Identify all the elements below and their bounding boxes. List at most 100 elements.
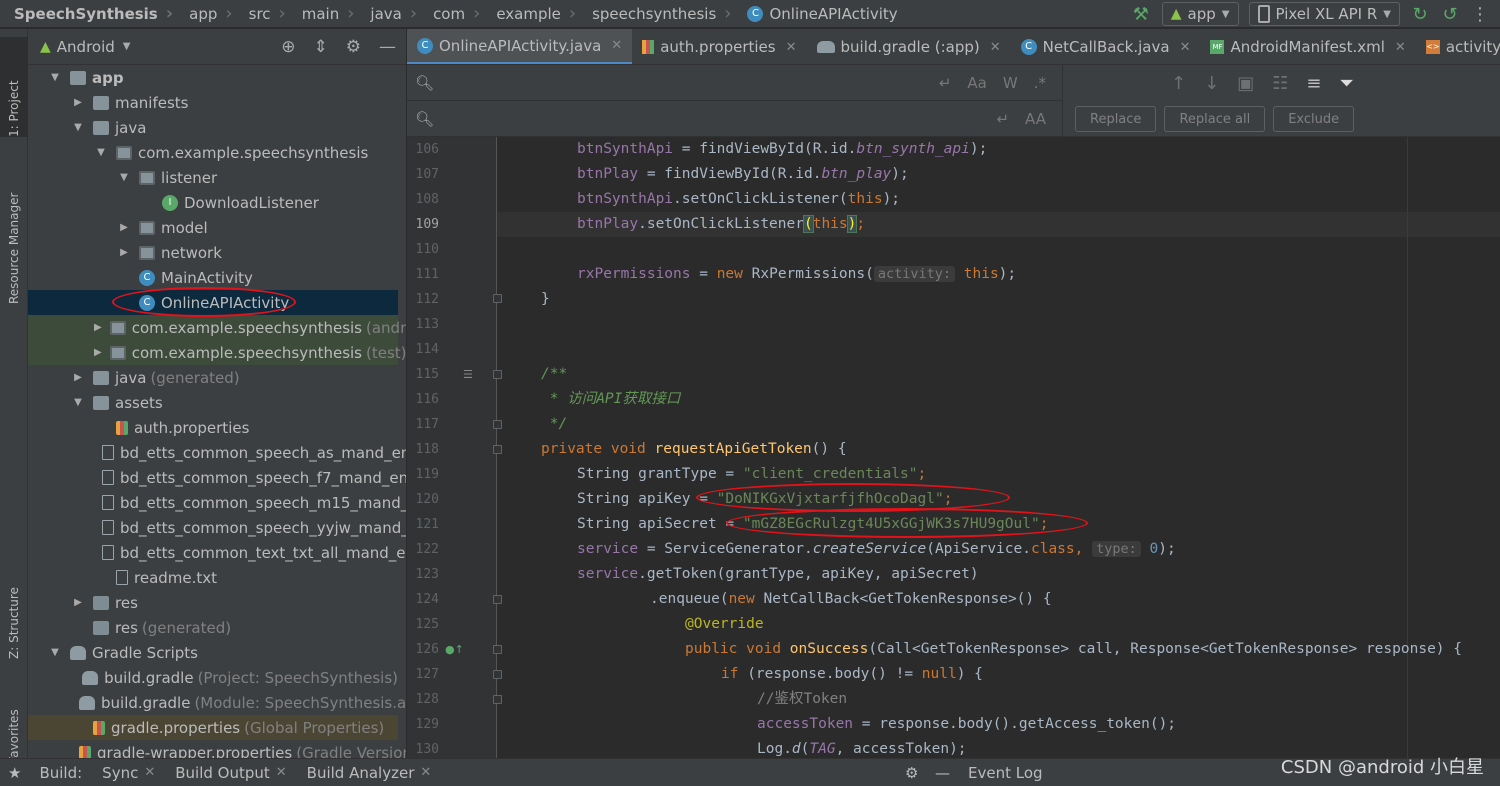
tree-item[interactable]: ▶ com.example.speechsynthesis (test) (28, 340, 406, 365)
chevron-right-icon[interactable]: ▶ (94, 347, 102, 358)
tree-item[interactable]: readme.txt (28, 565, 398, 590)
breadcrumb-item[interactable]: com › (421, 0, 484, 28)
tab-sync[interactable]: Sync ✕ (92, 759, 165, 786)
tab-build-analyzer[interactable]: Build Analyzer ✕ (297, 759, 442, 786)
words-toggle[interactable]: W (1003, 74, 1018, 92)
tree-item[interactable]: gradle-wrapper.properties (Gradle Version… (28, 740, 406, 758)
tree-item[interactable]: gradle.properties (Global Properties) (28, 715, 398, 740)
close-icon[interactable]: ✕ (420, 765, 431, 780)
tree-item[interactable]: build.gradle(Module: SpeechSynthesis.app… (28, 690, 406, 715)
chevron-down-icon[interactable]: ▼ (48, 647, 62, 658)
filter-search-icon[interactable]: ☷ (1272, 73, 1288, 94)
tab-build-output[interactable]: Build Output ✕ (165, 759, 296, 786)
breadcrumb-item[interactable]: C OnlineAPIActivity (735, 0, 901, 28)
exclude-button[interactable]: Exclude (1273, 106, 1355, 132)
more-icon[interactable]: ⋮ (1470, 4, 1490, 25)
fold-marker[interactable] (493, 595, 502, 604)
gear-icon[interactable]: ⚙ (895, 759, 928, 786)
device-combo[interactable]: Pixel XL API R ▼ (1248, 2, 1400, 26)
chevron-down-icon[interactable]: ▼ (94, 147, 108, 158)
tab-event-log[interactable]: Event Log (958, 759, 1053, 786)
tree-item[interactable]: build.gradle (Project: SpeechSynthesis) (28, 665, 398, 690)
make-project-icon[interactable]: ⚒ (1130, 4, 1152, 25)
chevron-right-icon[interactable]: ▶ (94, 322, 102, 333)
tab-resource-manager[interactable]: Resource Manager (0, 164, 28, 304)
tree-item[interactable]: ▼ app (28, 65, 398, 90)
tree-item[interactable]: ▼ Gradle Scripts (28, 640, 398, 665)
editor-tab[interactable]: <> activity_main.xml (1416, 29, 1500, 64)
search-input[interactable] (440, 67, 939, 98)
close-icon[interactable]: ✕ (276, 765, 287, 780)
preserve-case-toggle[interactable]: AA (1025, 110, 1046, 128)
breadcrumb-item[interactable]: java › (358, 0, 421, 28)
locate-icon[interactable]: ⊕ (281, 37, 295, 57)
chevron-down-icon[interactable]: ▼ (71, 122, 85, 133)
tree-item[interactable]: bd_etts_common_speech_m15_mand_eng_high_… (28, 490, 406, 515)
tree-item[interactable]: bd_etts_common_speech_as_mand_eng_high_a… (28, 440, 406, 465)
funnel-icon[interactable]: ⏷ (1339, 73, 1353, 94)
fold-marker[interactable] (493, 645, 502, 654)
chevron-down-icon[interactable]: ▼ (48, 72, 62, 83)
search-icon[interactable]: 🔍︎ (415, 74, 434, 92)
chevron-right-icon[interactable]: ▶ (117, 247, 131, 258)
editor-tab[interactable]: auth.properties ✕ (632, 29, 806, 64)
chevron-right-icon[interactable]: ▶ (117, 222, 131, 233)
close-icon[interactable]: ✕ (786, 40, 797, 55)
gear-icon[interactable]: ⚙ (346, 37, 361, 57)
bookmark-icon[interactable]: ☰ (463, 362, 473, 387)
tree-item[interactable]: bd_etts_common_speech_f7_mand_eng_high_a… (28, 465, 406, 490)
new-line-icon[interactable]: ↵ (996, 110, 1009, 128)
star-icon[interactable]: ★ (0, 759, 29, 786)
tree-item[interactable]: ▶ network (28, 240, 398, 265)
replace-all-button[interactable]: Replace all (1164, 106, 1266, 132)
replace-button[interactable]: Replace (1075, 106, 1157, 132)
editor-tab[interactable]: build.gradle (:app) ✕ (807, 29, 1011, 64)
select-all-occurrences-icon[interactable]: ▣ (1237, 73, 1254, 94)
tree-item[interactable]: ▼ listener (28, 165, 398, 190)
chevron-right-icon[interactable]: ▶ (71, 372, 85, 383)
match-case-toggle[interactable]: Aa (967, 74, 986, 92)
breadcrumb-item[interactable]: example › (484, 0, 580, 28)
tree-item[interactable]: res (generated) (28, 615, 398, 640)
tree-item[interactable]: ▼ com.example.speechsynthesis (28, 140, 398, 165)
close-icon[interactable]: ✕ (611, 38, 622, 53)
chevron-right-icon[interactable]: ▶ (71, 597, 85, 608)
tree-item[interactable]: C MainActivity (28, 265, 398, 290)
chevron-down-icon[interactable]: ▼ (117, 172, 131, 183)
chevron-down-icon[interactable]: ▼ (123, 41, 131, 52)
minimize-icon[interactable]: — (925, 759, 960, 786)
breadcrumb-item[interactable]: app › (177, 0, 236, 28)
chevron-right-icon[interactable]: ▶ (71, 97, 85, 108)
collapse-all-icon[interactable]: ⇕ (314, 37, 328, 57)
tree-item[interactable]: ▶ res (28, 590, 398, 615)
tree-item[interactable]: bd_etts_common_text_txt_all_mand_eng_mid… (28, 540, 406, 565)
override-marker-icon[interactable]: ●↑ (445, 637, 464, 662)
code-editor[interactable]: 106 107 108 109 110 111 112 113 114 115 116 117 118 1… (407, 137, 1500, 758)
tree-item[interactable]: bd_etts_common_speech_yyjw_mand_eng_high… (28, 515, 406, 540)
tree-item[interactable]: ▶ com.example.speechsynthesis(androidTest… (28, 315, 406, 340)
next-occurrence-icon[interactable]: ↓ (1204, 73, 1219, 94)
tree-item[interactable]: ▶ model (28, 215, 398, 240)
tree-item[interactable]: auth.properties (28, 415, 398, 440)
fold-marker[interactable] (493, 420, 502, 429)
tree-item[interactable]: ▶ java (generated) (28, 365, 398, 390)
breadcrumb-item[interactable]: src › (237, 0, 290, 28)
breadcrumb-item[interactable]: speechsynthesis › (580, 0, 735, 28)
new-line-icon[interactable]: ↵ (939, 74, 952, 92)
breadcrumb-item[interactable]: main › (290, 0, 359, 28)
tab-project[interactable]: 1: Project (0, 37, 28, 137)
tab-structure[interactable]: Z: Structure (0, 559, 28, 659)
replace-input[interactable] (440, 103, 997, 134)
fold-marker[interactable] (493, 445, 502, 454)
fold-marker[interactable] (493, 294, 502, 303)
close-icon[interactable]: ✕ (990, 40, 1001, 55)
close-icon[interactable]: ✕ (1180, 40, 1191, 55)
fold-marker[interactable] (493, 370, 502, 379)
tree-item[interactable]: ▼ assets (28, 390, 398, 415)
regex-toggle[interactable]: .* (1034, 74, 1046, 92)
chevron-down-icon[interactable]: ▼ (71, 397, 85, 408)
editor-tab[interactable]: C NetCallBack.java ✕ (1011, 29, 1201, 64)
apply-code-changes-icon[interactable]: ↺ (1440, 4, 1460, 25)
fold-marker[interactable] (493, 695, 502, 704)
tree-item[interactable]: ▶ manifests (28, 90, 398, 115)
